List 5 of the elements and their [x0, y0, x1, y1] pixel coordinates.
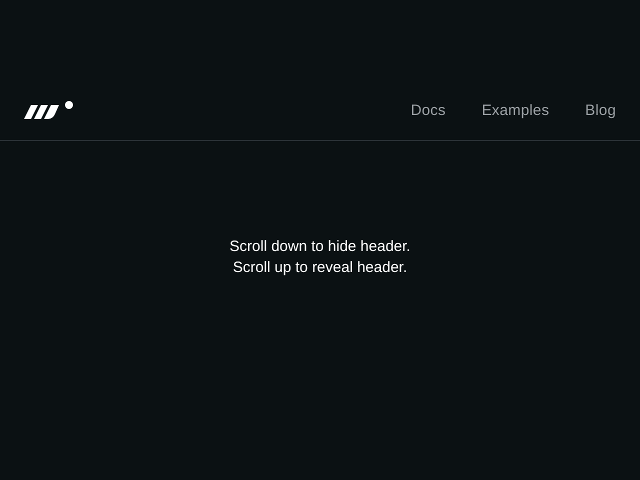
nav-link[interactable]: Blog: [585, 102, 616, 118]
nav-link[interactable]: Docs: [410, 102, 446, 118]
logo-icon[interactable]: [24, 100, 74, 120]
instruction-text: Scroll down to hide header. Scroll up to reveal header.: [228, 237, 412, 278]
nav-link[interactable]: Examples: [482, 102, 550, 118]
